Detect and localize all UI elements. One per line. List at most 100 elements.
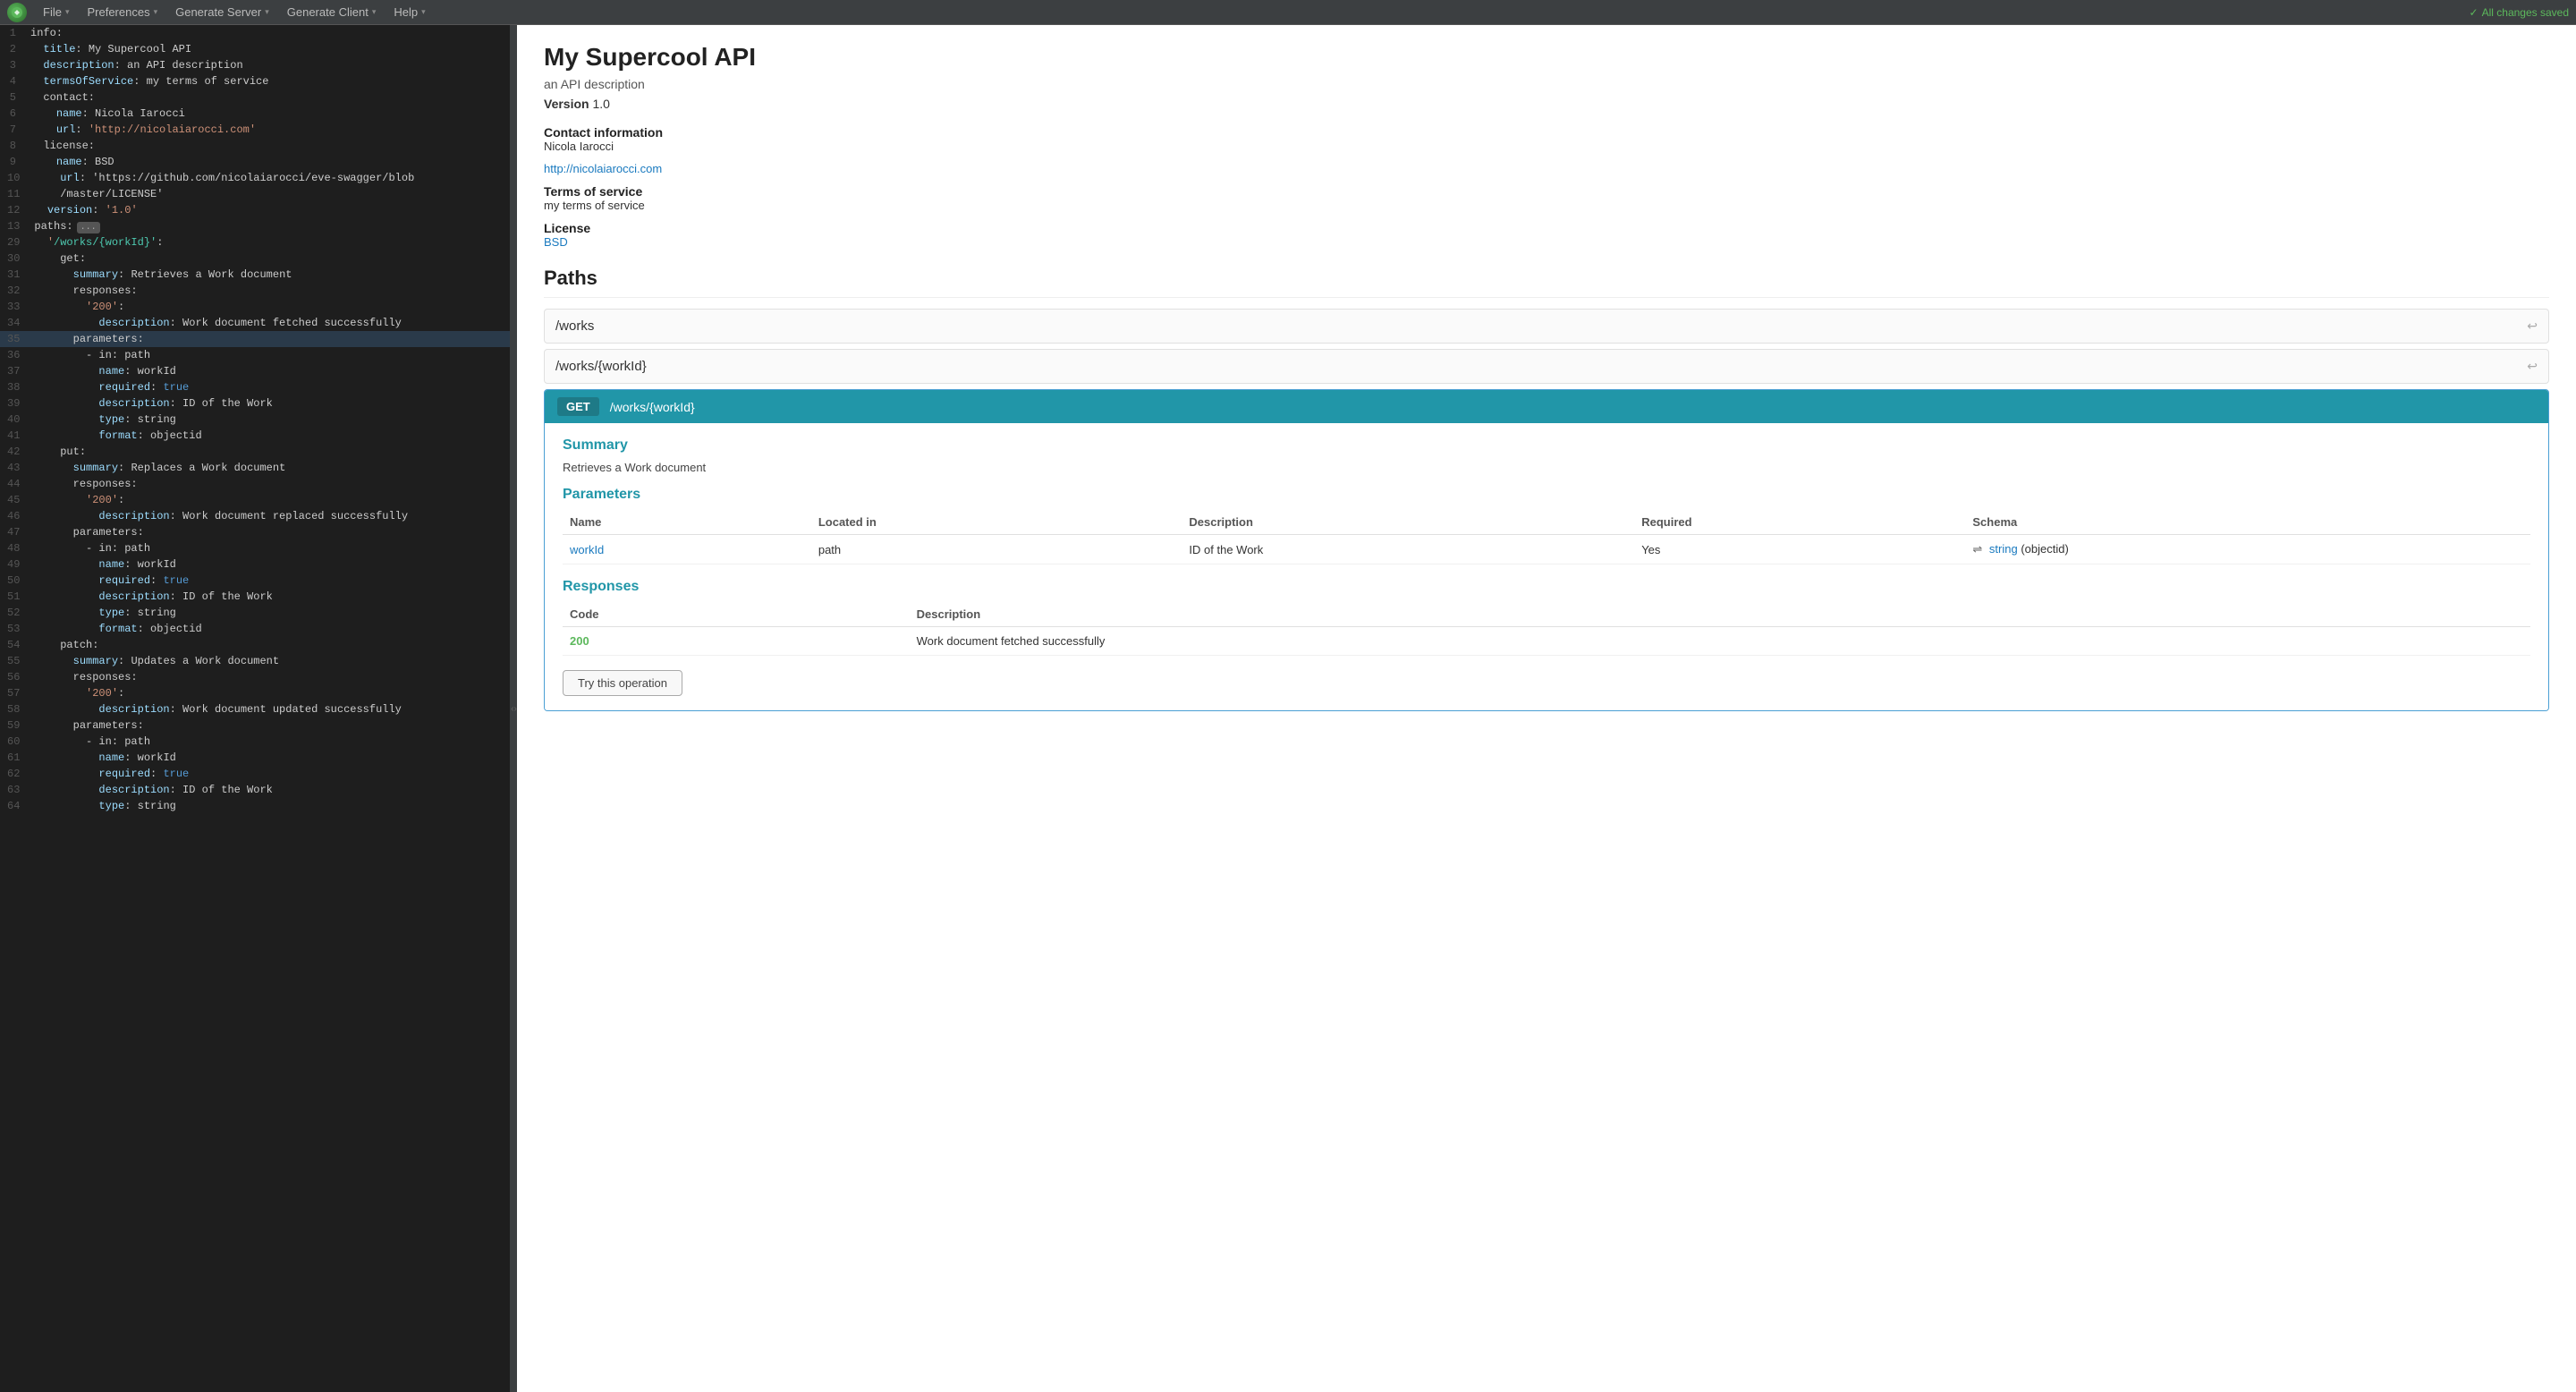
collapse-badge[interactable]: ... <box>77 222 100 233</box>
line-content: format: objectid <box>30 621 201 637</box>
line-content: version: '1.0' <box>30 202 137 218</box>
line-number: 2 <box>0 41 27 57</box>
editor-line: 13paths:... <box>0 218 510 234</box>
editor-line: 32 responses: <box>0 283 510 299</box>
path-works-workid[interactable]: /works/{workId} ↩ <box>544 349 2549 384</box>
line-content: parameters: <box>30 524 143 540</box>
tos-section: Terms of service my terms of service <box>544 184 2549 212</box>
line-content: type: string <box>30 605 175 621</box>
line-content: - in: path <box>30 347 150 363</box>
line-content: required: true <box>30 379 189 395</box>
try-operation-button[interactable]: Try this operation <box>563 670 682 696</box>
line-number: 54 <box>0 637 30 653</box>
line-content: title: My Supercool API <box>27 41 191 57</box>
editor-line: 7 url: 'http://nicolaiarocci.com' <box>0 122 510 138</box>
line-number: 62 <box>0 766 30 782</box>
line-content: get: <box>30 250 86 267</box>
menu-generate-client[interactable]: Generate Client ▾ <box>278 0 386 25</box>
line-number: 6 <box>0 106 27 122</box>
line-number: 8 <box>0 138 27 154</box>
menu-preferences[interactable]: Preferences ▾ <box>78 0 166 25</box>
line-content: responses: <box>30 283 137 299</box>
parameters-table: Name Located in Description Required Sch… <box>563 510 2530 564</box>
param-col-required: Required <box>1634 510 1965 535</box>
editor-line: 43 summary: Replaces a Work document <box>0 460 510 476</box>
param-required: Yes <box>1634 535 1965 564</box>
license-value-link[interactable]: BSD <box>544 235 568 249</box>
line-content: parameters: <box>30 331 143 347</box>
menubar: File ▾ Preferences ▾ Generate Server ▾ G… <box>0 0 2576 25</box>
code-editor[interactable]: 1info:2 title: My Supercool API3 descrip… <box>0 25 510 1392</box>
menu-file[interactable]: File ▾ <box>34 0 78 25</box>
line-number: 30 <box>0 250 30 267</box>
line-number: 48 <box>0 540 30 556</box>
editor-line: 4 termsOfService: my terms of service <box>0 73 510 89</box>
line-content: summary: Retrieves a Work document <box>30 267 292 283</box>
editor-line: 48 - in: path <box>0 540 510 556</box>
line-content: license: <box>27 138 95 154</box>
editor-line: 59 parameters: <box>0 717 510 734</box>
line-number: 38 <box>0 379 30 395</box>
editor-line: 45 '200': <box>0 492 510 508</box>
line-number: 64 <box>0 798 30 814</box>
panel-splitter[interactable] <box>510 25 517 1392</box>
contact-name: Nicola Iarocci <box>544 140 2549 153</box>
param-name-workid[interactable]: workId <box>570 543 604 556</box>
editor-line: 2 title: My Supercool API <box>0 41 510 57</box>
method-badge: GET <box>557 397 599 416</box>
editor-line: 9 name: BSD <box>0 154 510 170</box>
line-number: 37 <box>0 363 30 379</box>
line-content: responses: <box>30 476 137 492</box>
line-number: 32 <box>0 283 30 299</box>
line-content: description: Work document fetched succe… <box>30 315 401 331</box>
param-description: ID of the Work <box>1182 535 1634 564</box>
line-number: 61 <box>0 750 30 766</box>
path-works[interactable]: /works ↩ <box>544 309 2549 344</box>
line-number: 56 <box>0 669 30 685</box>
contact-url-section: http://nicolaiarocci.com <box>544 162 2549 175</box>
param-col-schema: Schema <box>1965 510 2530 535</box>
summary-value: Retrieves a Work document <box>563 461 2530 474</box>
editor-line: 46 description: Work document replaced s… <box>0 508 510 524</box>
path-arrow-icon-2[interactable]: ↩ <box>2527 359 2538 374</box>
editor-line: 5 contact: <box>0 89 510 106</box>
line-content: put: <box>30 444 86 460</box>
contact-url-link[interactable]: http://nicolaiarocci.com <box>544 162 662 175</box>
line-content: info: <box>27 25 63 41</box>
app-logo <box>7 3 27 22</box>
path-arrow-icon[interactable]: ↩ <box>2527 318 2538 334</box>
editor-line: 49 name: workId <box>0 556 510 573</box>
line-number: 40 <box>0 412 30 428</box>
line-content: paths:... <box>30 218 99 234</box>
editor-line: 40 type: string <box>0 412 510 428</box>
line-number: 9 <box>0 154 27 170</box>
endpoint-header[interactable]: GET /works/{workId} <box>545 390 2548 423</box>
chevron-down-icon: ▾ <box>65 7 70 17</box>
line-number: 11 <box>0 186 30 202</box>
resp-col-description: Description <box>910 602 2530 627</box>
line-content: summary: Replaces a Work document <box>30 460 285 476</box>
param-col-description: Description <box>1182 510 1634 535</box>
main-layout: 1info:2 title: My Supercool API3 descrip… <box>0 25 2576 1392</box>
editor-line: 42 put: <box>0 444 510 460</box>
editor-line: 58 description: Work document updated su… <box>0 701 510 717</box>
line-content: /master/LICENSE' <box>30 186 163 202</box>
endpoint-card-get: GET /works/{workId} Summary Retrieves a … <box>544 389 2549 711</box>
contact-section: Contact information Nicola Iarocci <box>544 125 2549 153</box>
api-version: Version 1.0 <box>544 97 2549 111</box>
editor-line: 11 /master/LICENSE' <box>0 186 510 202</box>
line-number: 36 <box>0 347 30 363</box>
line-number: 33 <box>0 299 30 315</box>
line-content: description: ID of the Work <box>30 589 272 605</box>
line-number: 57 <box>0 685 30 701</box>
line-content: description: ID of the Work <box>30 782 272 798</box>
param-col-locatedin: Located in <box>811 510 1182 535</box>
editor-line: 34 description: Work document fetched su… <box>0 315 510 331</box>
line-number: 53 <box>0 621 30 637</box>
menu-help[interactable]: Help ▾ <box>385 0 434 25</box>
editor-line: 10 url: 'https://github.com/nicolaiarocc… <box>0 170 510 186</box>
menu-generate-server[interactable]: Generate Server ▾ <box>166 0 278 25</box>
editor-line: 44 responses: <box>0 476 510 492</box>
line-number: 43 <box>0 460 30 476</box>
line-number: 3 <box>0 57 27 73</box>
